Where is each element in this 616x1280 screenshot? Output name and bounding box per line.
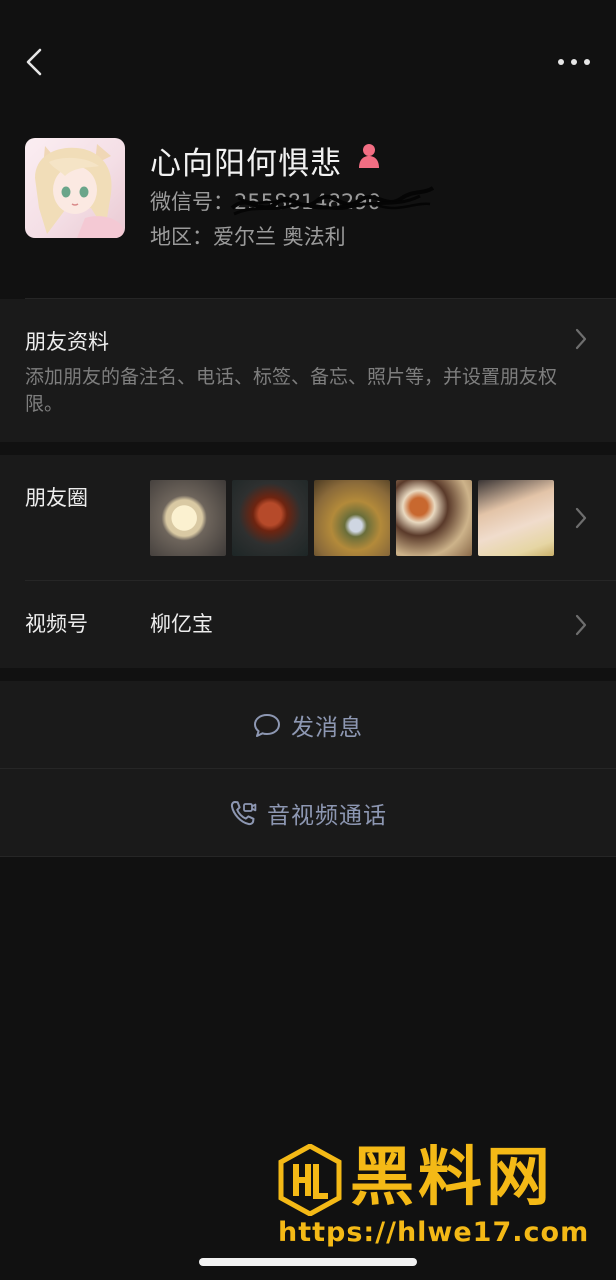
redaction-scribble — [230, 186, 435, 216]
friend-info-title: 朋友资料 — [25, 330, 109, 354]
moments-thumbnail — [232, 480, 308, 556]
watermark-url: https://hlwe17.com — [278, 1217, 590, 1248]
chat-bubble-icon — [254, 713, 280, 737]
female-icon — [359, 144, 379, 168]
more-options-icon[interactable] — [556, 52, 592, 72]
region: 地区：爱尔兰 奥法利 — [150, 221, 346, 251]
moments-row[interactable]: 朋友圈 — [0, 455, 616, 581]
avatar-illustration — [35, 144, 123, 238]
moments-thumbnail — [150, 480, 226, 556]
moments-thumbnail — [396, 480, 472, 556]
watermark-title: 黑料网 — [350, 1141, 554, 1215]
video-call-icon — [230, 800, 257, 825]
region-value: 爱尔兰 奥法利 — [213, 225, 346, 249]
channels-value: 柳亿宝 — [150, 612, 213, 636]
moments-thumbnail — [478, 480, 554, 556]
chevron-right-icon — [575, 614, 587, 636]
back-arrow-icon[interactable] — [22, 46, 48, 78]
avatar[interactable] — [25, 138, 125, 238]
friend-info-row[interactable]: 朋友资料 添加朋友的备注名、电话、标签、备忘、照片等，并设置朋友权限。 — [0, 299, 616, 442]
send-message-button[interactable]: 发消息 — [0, 681, 616, 768]
profile-name: 心向阳何惧悲 — [150, 146, 342, 182]
divider — [0, 856, 616, 857]
site-watermark: 黑料网 https://hlwe17.com — [276, 1142, 606, 1262]
section-gap — [0, 442, 616, 455]
hl-logo-icon — [278, 1144, 342, 1216]
voice-video-call-label: 音视频通话 — [267, 802, 387, 829]
moments-thumbnail — [314, 480, 390, 556]
top-nav-bar — [0, 0, 616, 120]
home-indicator[interactable] — [199, 1258, 417, 1266]
channels-row[interactable]: 视频号 柳亿宝 — [0, 581, 616, 668]
channels-label: 视频号 — [25, 612, 88, 636]
chevron-right-icon — [575, 507, 587, 529]
wechat-id-label: 微信号： — [150, 190, 234, 214]
chevron-right-icon — [575, 328, 587, 350]
voice-video-call-button[interactable]: 音视频通话 — [0, 769, 616, 856]
section-gap — [0, 668, 616, 681]
profile-header: 心向阳何惧悲 微信号：25588148290 地区：爱尔兰 奥法利 — [0, 120, 616, 298]
send-message-label: 发消息 — [291, 714, 363, 741]
wechat-id: 微信号：25588148290 — [150, 186, 435, 216]
moments-label: 朋友圈 — [25, 486, 88, 510]
friend-info-description: 添加朋友的备注名、电话、标签、备忘、照片等，并设置朋友权限。 — [25, 366, 558, 415]
region-label: 地区： — [150, 225, 213, 249]
moments-thumbnails — [150, 480, 554, 556]
